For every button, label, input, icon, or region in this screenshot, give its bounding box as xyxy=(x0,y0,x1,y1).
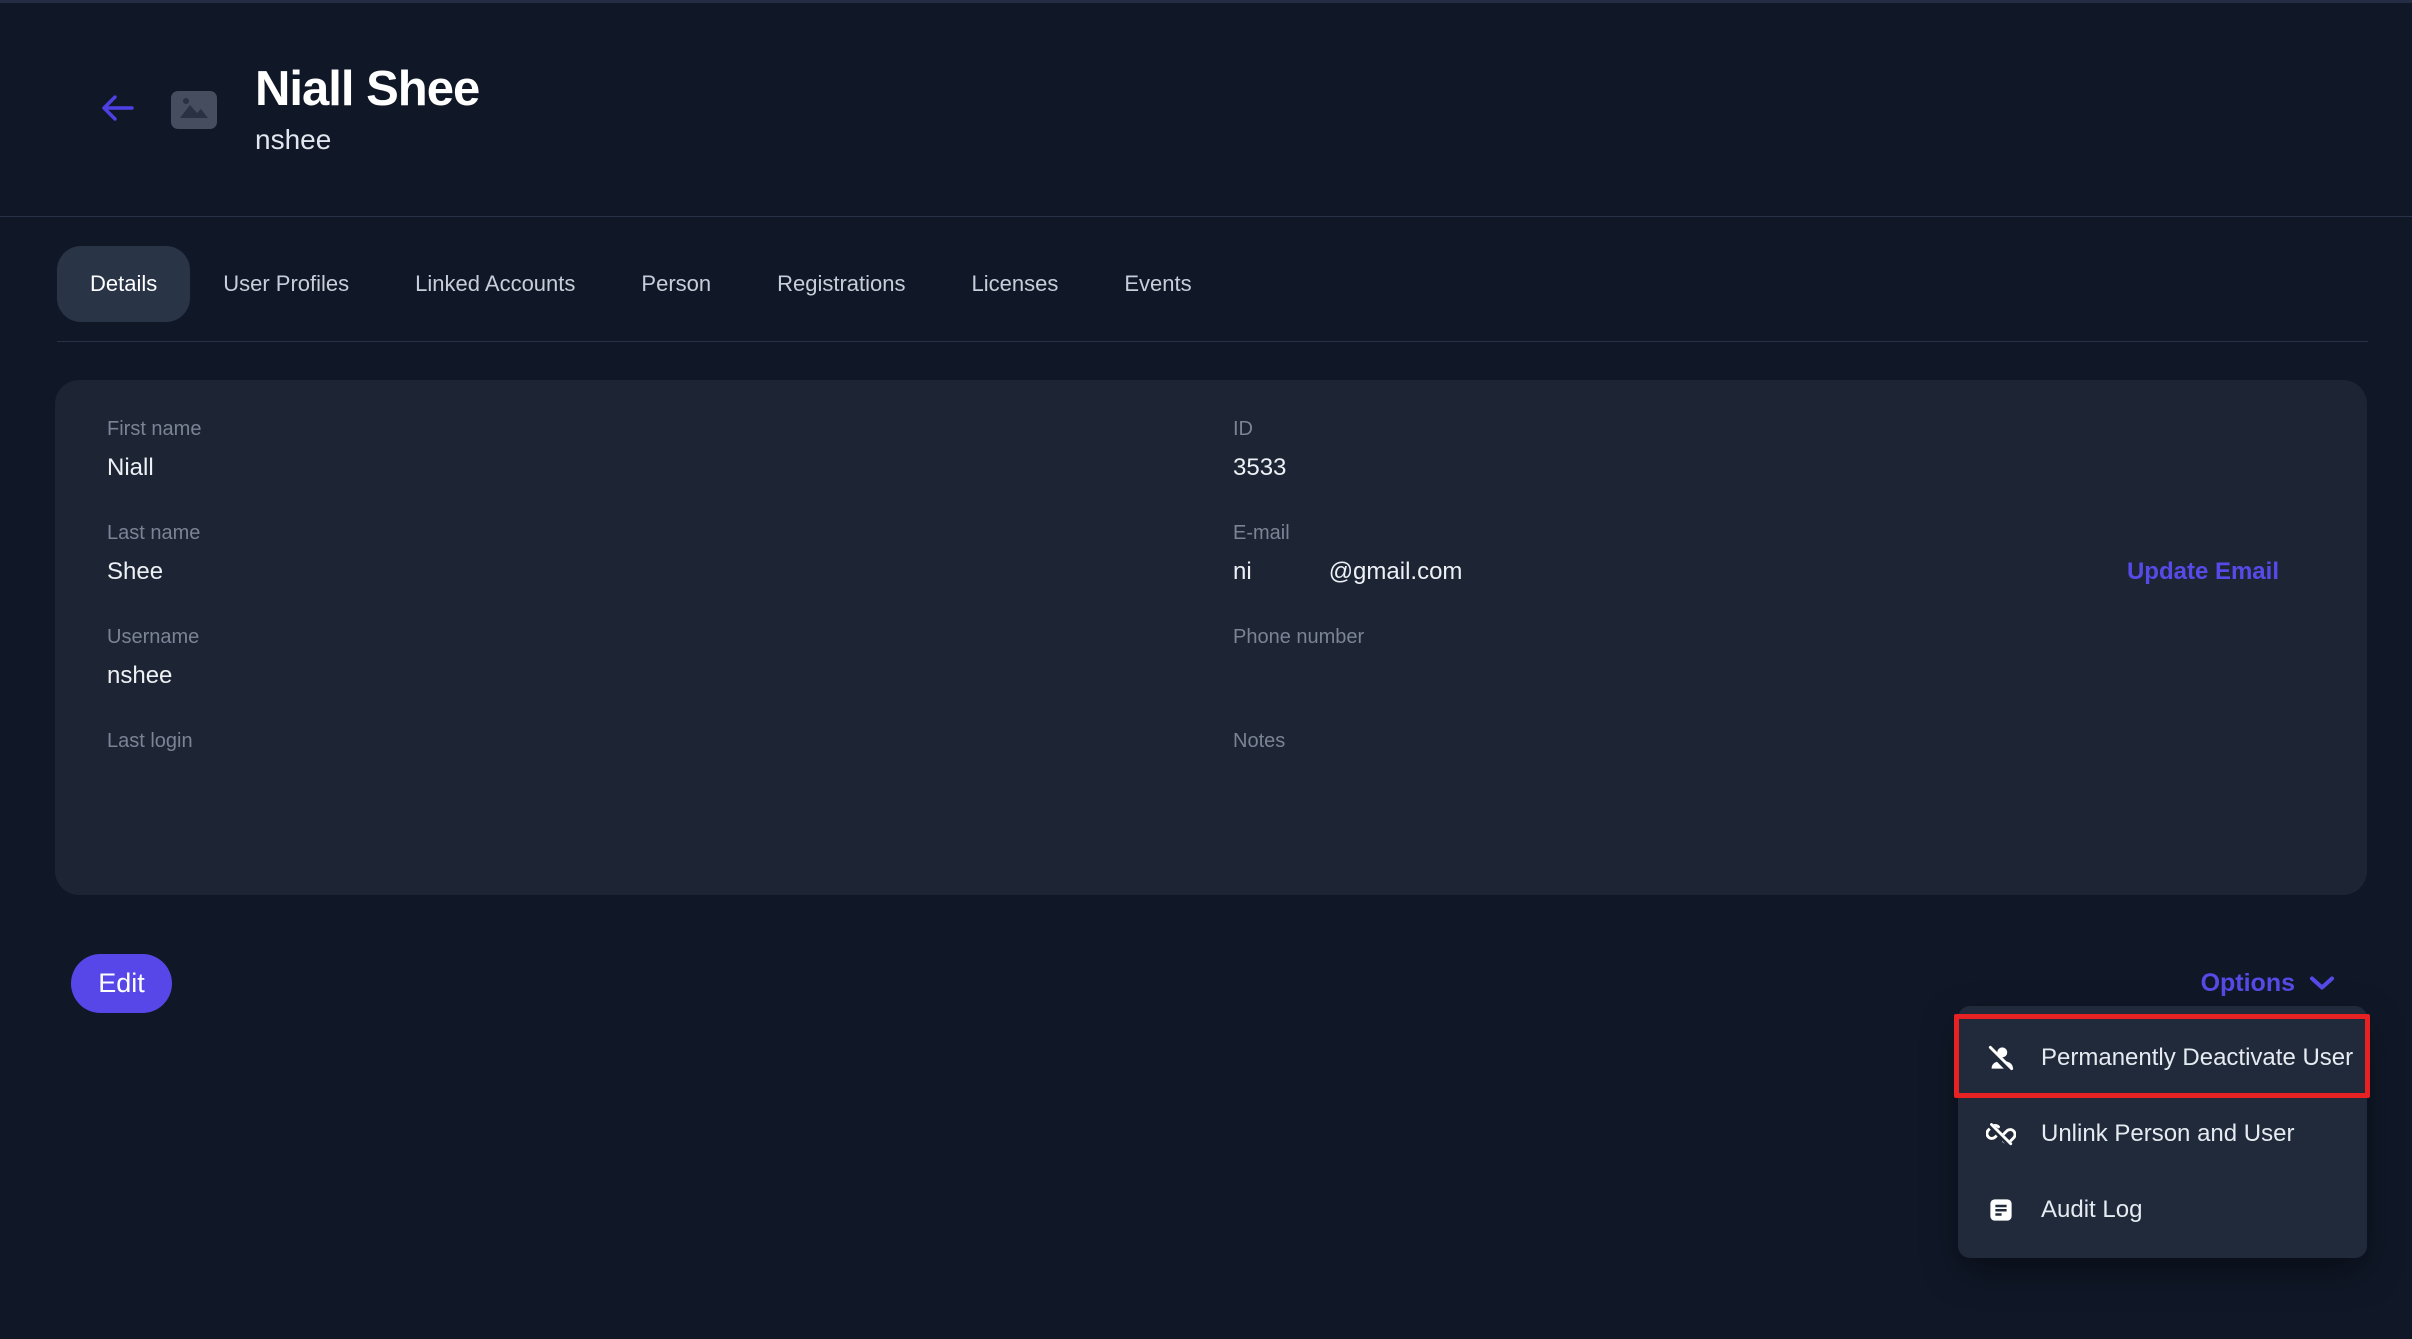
page-subtitle: nshee xyxy=(255,124,479,156)
page-title: Niall Shee xyxy=(255,63,479,117)
audit-log-icon xyxy=(1986,1195,2016,1225)
field-label: Last name xyxy=(107,521,1233,545)
avatar xyxy=(171,91,217,129)
field-label: First name xyxy=(107,417,1233,441)
menu-item-label: Unlink Person and User xyxy=(2041,1120,2294,1148)
email-value-row: ni @gmail.com Update Email xyxy=(1233,557,2315,587)
field-notes: Notes xyxy=(1233,729,2315,795)
menu-item-permanently-deactivate-user[interactable]: Permanently Deactivate User xyxy=(1958,1020,2367,1096)
field-label: ID xyxy=(1233,417,2315,441)
email-suffix: @gmail.com xyxy=(1329,557,1463,587)
details-right-column: ID 3533 E-mail ni @gmail.com Update Emai… xyxy=(1233,417,2315,858)
tab-events[interactable]: Events xyxy=(1091,246,1224,322)
field-value xyxy=(107,765,1233,795)
field-value xyxy=(1233,765,2315,795)
field-value: Shee xyxy=(107,557,1233,587)
options-button[interactable]: Options xyxy=(2201,969,2335,998)
field-id: ID 3533 xyxy=(1233,417,2315,483)
chevron-down-icon xyxy=(2309,969,2335,998)
field-label: E-mail xyxy=(1233,521,2315,545)
menu-item-label: Audit Log xyxy=(2041,1196,2142,1224)
field-phone-number: Phone number xyxy=(1233,625,2315,691)
options-button-label: Options xyxy=(2201,969,2295,998)
field-label: Notes xyxy=(1233,729,2315,753)
link-off-icon xyxy=(1986,1119,2016,1149)
tab-registrations[interactable]: Registrations xyxy=(744,246,938,322)
tab-person[interactable]: Person xyxy=(608,246,744,322)
field-label: Phone number xyxy=(1233,625,2315,649)
page-header: Niall Shee nshee xyxy=(0,3,2412,216)
tabs-divider xyxy=(57,341,2368,342)
arrow-left-icon xyxy=(98,92,136,127)
tab-bar: Details User Profiles Linked Accounts Pe… xyxy=(57,246,2412,322)
field-label: Username xyxy=(107,625,1233,649)
image-placeholder-icon xyxy=(178,94,210,125)
user-detail-page: Niall Shee nshee Details User Profiles L… xyxy=(0,0,2412,1339)
header-divider xyxy=(0,216,2412,217)
action-row: Edit Options xyxy=(0,954,2412,1013)
tab-licenses[interactable]: Licenses xyxy=(939,246,1092,322)
details-card: First name Niall Last name Shee Username… xyxy=(55,380,2367,895)
back-button[interactable] xyxy=(97,90,137,130)
menu-item-label: Permanently Deactivate User xyxy=(2041,1044,2353,1072)
field-first-name: First name Niall xyxy=(107,417,1233,483)
field-label: Last login xyxy=(107,729,1233,753)
tab-linked-accounts[interactable]: Linked Accounts xyxy=(382,246,608,322)
title-block: Niall Shee nshee xyxy=(255,63,479,156)
email-prefix: ni xyxy=(1233,557,1252,587)
tab-details[interactable]: Details xyxy=(57,246,190,322)
details-left-column: First name Niall Last name Shee Username… xyxy=(107,417,1233,858)
update-email-link[interactable]: Update Email xyxy=(2127,557,2279,587)
field-value: 3533 xyxy=(1233,453,2315,483)
field-last-name: Last name Shee xyxy=(107,521,1233,587)
field-value: nshee xyxy=(107,661,1233,691)
tab-user-profiles[interactable]: User Profiles xyxy=(190,246,382,322)
field-email: E-mail ni @gmail.com Update Email xyxy=(1233,521,2315,587)
edit-button[interactable]: Edit xyxy=(71,954,172,1013)
menu-item-unlink-person-and-user[interactable]: Unlink Person and User xyxy=(1958,1096,2367,1172)
field-value xyxy=(1233,661,2315,691)
options-dropdown-menu: Permanently Deactivate User Unlink Perso… xyxy=(1958,1006,2367,1258)
person-off-icon xyxy=(1986,1043,2016,1073)
menu-item-audit-log[interactable]: Audit Log xyxy=(1958,1172,2367,1248)
field-value: Niall xyxy=(107,453,1233,483)
field-last-login: Last login xyxy=(107,729,1233,795)
field-username: Username nshee xyxy=(107,625,1233,691)
